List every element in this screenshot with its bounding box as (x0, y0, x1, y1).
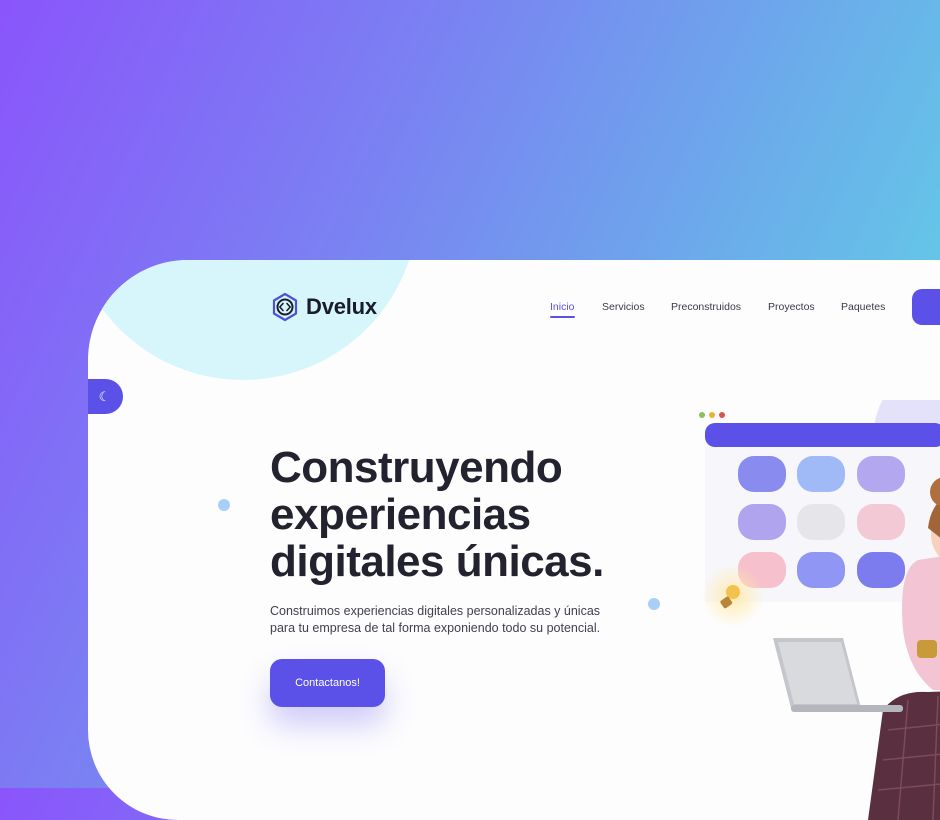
nav-item-servicios[interactable]: Servicios (602, 301, 645, 313)
hero-illustration (699, 400, 940, 820)
header-cta-button[interactable] (912, 289, 940, 325)
hero-headline: Construyendo experiencias digitales únic… (270, 444, 604, 585)
decorative-dot (218, 499, 230, 511)
nav-item-proyectos[interactable]: Proyectos (768, 301, 815, 313)
nav-item-paquetes[interactable]: Paquetes (841, 301, 885, 313)
logo-icon (272, 292, 298, 322)
subtitle-line: para tu empresa de tal forma exponiendo … (270, 621, 601, 635)
moon-icon: ☾ (98, 389, 111, 404)
headline-line: experiencias (270, 490, 531, 539)
theme-toggle-button[interactable]: ☾ (88, 379, 123, 414)
brand-name: Dvelux (306, 294, 377, 319)
contact-button[interactable]: Contactanos! (270, 659, 385, 707)
nav-item-preconstruidos[interactable]: Preconstruidos (671, 301, 741, 313)
decorative-dot (648, 598, 660, 610)
headline-line: Construyendo (270, 443, 563, 492)
brand-logo[interactable]: Dvelux (270, 292, 377, 322)
subtitle-line: Construimos experiencias digitales perso… (270, 604, 601, 618)
headline-line: digitales únicas. (270, 537, 604, 586)
website-preview-card: Dvelux Inicio Servicios Preconstruidos P… (88, 260, 940, 820)
nav-item-inicio[interactable]: Inicio (550, 301, 575, 318)
hero-subtitle: Construimos experiencias digitales perso… (270, 603, 630, 637)
